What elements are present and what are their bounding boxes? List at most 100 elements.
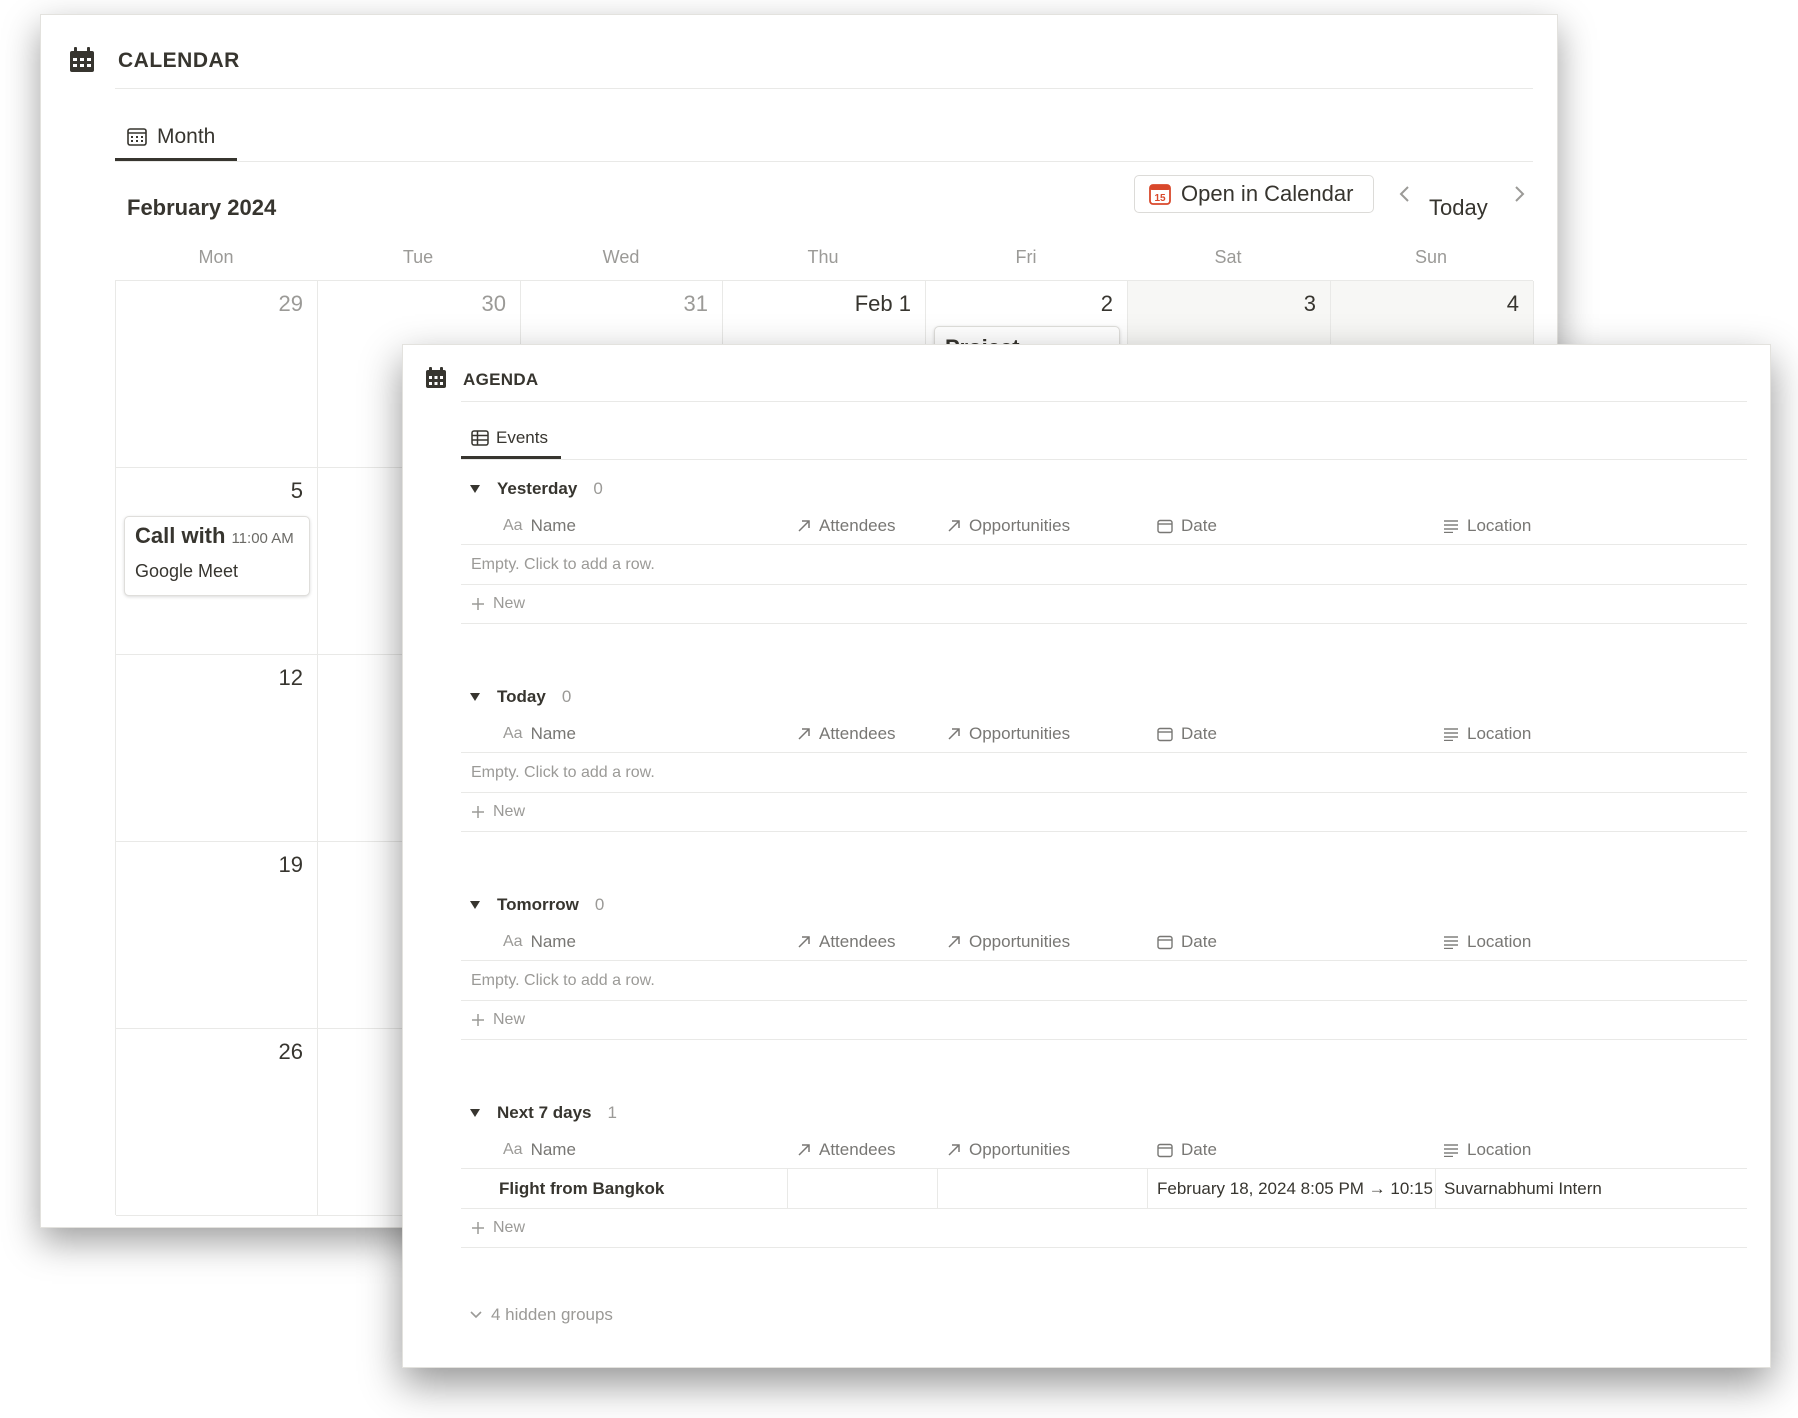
- column-label: Date: [1181, 932, 1217, 951]
- column-location[interactable]: Location: [1443, 1131, 1531, 1169]
- column-attendees[interactable]: Attendees: [797, 1131, 896, 1169]
- day-number: 12: [278, 665, 303, 690]
- empty-row[interactable]: Empty. Click to add a row.: [461, 961, 1747, 1001]
- cell-attendees[interactable]: [788, 1169, 938, 1209]
- empty-row[interactable]: Empty. Click to add a row.: [461, 545, 1747, 585]
- weekday-thu: Thu: [807, 247, 839, 267]
- table-icon: [471, 429, 489, 446]
- column-location[interactable]: Location: [1443, 507, 1531, 545]
- chevron-left-icon[interactable]: [1393, 179, 1417, 209]
- relation-arrow-icon: [798, 728, 810, 740]
- column-label: Name: [530, 516, 576, 535]
- text-type-icon: Aa: [503, 725, 523, 742]
- table-row[interactable]: Flight from Bangkok February 18, 2024 8:…: [461, 1169, 1747, 1209]
- relation-arrow-icon: [948, 728, 960, 740]
- chevron-down-icon: [470, 1311, 482, 1319]
- column-label: Opportunities: [969, 724, 1071, 743]
- day-cell[interactable]: 5 Call with 11:00 AM Google Meet: [116, 468, 318, 655]
- day-cell[interactable]: 19: [116, 842, 318, 1029]
- column-attendees[interactable]: Attendees: [797, 923, 896, 961]
- day-cell[interactable]: 26: [116, 1029, 318, 1216]
- date-icon: [1157, 727, 1173, 741]
- day-number: 2: [1100, 291, 1113, 316]
- column-opportunities[interactable]: Opportunities: [947, 715, 1070, 753]
- column-name[interactable]: Aa Name: [503, 923, 576, 961]
- triangle-down-icon: [470, 1109, 480, 1117]
- event-card-call[interactable]: Call with 11:00 AM Google Meet: [124, 516, 310, 596]
- new-label: New: [493, 1011, 526, 1028]
- column-attendees[interactable]: Attendees: [797, 507, 896, 545]
- relation-arrow-icon: [798, 1144, 810, 1156]
- relation-arrow-icon: [948, 936, 960, 948]
- column-location[interactable]: Location: [1443, 923, 1531, 961]
- column-date[interactable]: Date: [1157, 507, 1217, 545]
- event-location: Google Meet: [135, 561, 239, 581]
- day-cell[interactable]: 29: [116, 281, 318, 468]
- new-row-button[interactable]: New: [461, 793, 1747, 832]
- column-name[interactable]: Aa Name: [503, 715, 576, 753]
- new-row-button[interactable]: New: [461, 1209, 1747, 1248]
- new-label: New: [493, 1219, 526, 1236]
- cell-divider: [1435, 1169, 1436, 1209]
- empty-row[interactable]: Empty. Click to add a row.: [461, 753, 1747, 793]
- column-location[interactable]: Location: [1443, 715, 1531, 753]
- plus-icon: [472, 1222, 484, 1234]
- column-label: Name: [530, 724, 576, 743]
- column-attendees[interactable]: Attendees: [797, 715, 896, 753]
- tab-month[interactable]: Month: [115, 115, 237, 161]
- new-row-button[interactable]: New: [461, 1001, 1747, 1040]
- column-label: Opportunities: [969, 516, 1071, 535]
- triangle-down-icon: [470, 485, 480, 493]
- column-name[interactable]: Aa Name: [503, 1131, 576, 1169]
- weekday-mon: Mon: [198, 247, 234, 267]
- column-opportunities[interactable]: Opportunities: [947, 507, 1070, 545]
- tab-events[interactable]: Events: [461, 419, 561, 459]
- calendar-title: CALENDAR: [118, 49, 240, 72]
- weekday-wed: Wed: [602, 247, 640, 267]
- group-toggle[interactable]: Next 7 days 1: [461, 1099, 617, 1127]
- cell-name[interactable]: Flight from Bangkok: [499, 1169, 779, 1209]
- column-label: Name: [530, 932, 576, 951]
- divider: [461, 459, 1747, 460]
- text-type-icon: Aa: [503, 517, 523, 534]
- triangle-down-icon: [470, 901, 480, 909]
- cell-opportunities[interactable]: [938, 1169, 1148, 1209]
- date-icon: [1157, 935, 1173, 949]
- cell-location[interactable]: Suvarnabhumi Intern: [1444, 1169, 1747, 1209]
- weekday-sun: Sun: [1414, 247, 1448, 267]
- column-date[interactable]: Date: [1157, 715, 1217, 753]
- group-name: Today: [497, 687, 546, 706]
- column-name[interactable]: Aa Name: [503, 507, 576, 545]
- column-opportunities[interactable]: Opportunities: [947, 923, 1070, 961]
- tab-month-label: Month: [157, 124, 216, 148]
- group-toggle[interactable]: Yesterday 0: [461, 475, 603, 503]
- group-count: 0: [593, 479, 603, 498]
- group-toggle[interactable]: Tomorrow 0: [461, 891, 604, 919]
- column-date[interactable]: Date: [1157, 1131, 1217, 1169]
- agenda-window: AGENDA Events Yesterday 0 Aa Name Attende…: [402, 344, 1771, 1368]
- column-date[interactable]: Date: [1157, 923, 1217, 961]
- hidden-groups-toggle[interactable]: 4 hidden groups: [469, 1305, 613, 1325]
- chevron-right-icon[interactable]: [1507, 179, 1531, 209]
- text-lines-icon: [1444, 520, 1458, 533]
- hidden-groups-label: 4 hidden groups: [491, 1305, 613, 1324]
- day-cell[interactable]: 12: [116, 655, 318, 842]
- relation-arrow-icon: [798, 520, 810, 532]
- calendar-icon: [70, 47, 94, 72]
- column-opportunities[interactable]: Opportunities: [947, 1131, 1070, 1169]
- text-lines-icon: [1444, 728, 1458, 741]
- column-label: Location: [1467, 516, 1532, 535]
- group-toggle[interactable]: Today 0: [461, 683, 571, 711]
- plus-icon: [472, 1014, 484, 1026]
- group-name: Tomorrow: [497, 895, 579, 914]
- day-number: 30: [481, 291, 506, 316]
- new-row-button[interactable]: New: [461, 585, 1747, 624]
- column-label: Location: [1467, 932, 1532, 951]
- calendar-header: [69, 47, 95, 73]
- today-button[interactable]: Today: [1429, 195, 1488, 221]
- month-label: February 2024: [127, 195, 277, 220]
- cell-date[interactable]: February 18, 2024 8:05 PM → 10:15 PM: [1157, 1169, 1437, 1209]
- day-number: 29: [278, 291, 303, 316]
- open-in-calendar-button[interactable]: 15 Open in Calendar: [1134, 175, 1374, 213]
- column-label: Opportunities: [969, 1140, 1071, 1159]
